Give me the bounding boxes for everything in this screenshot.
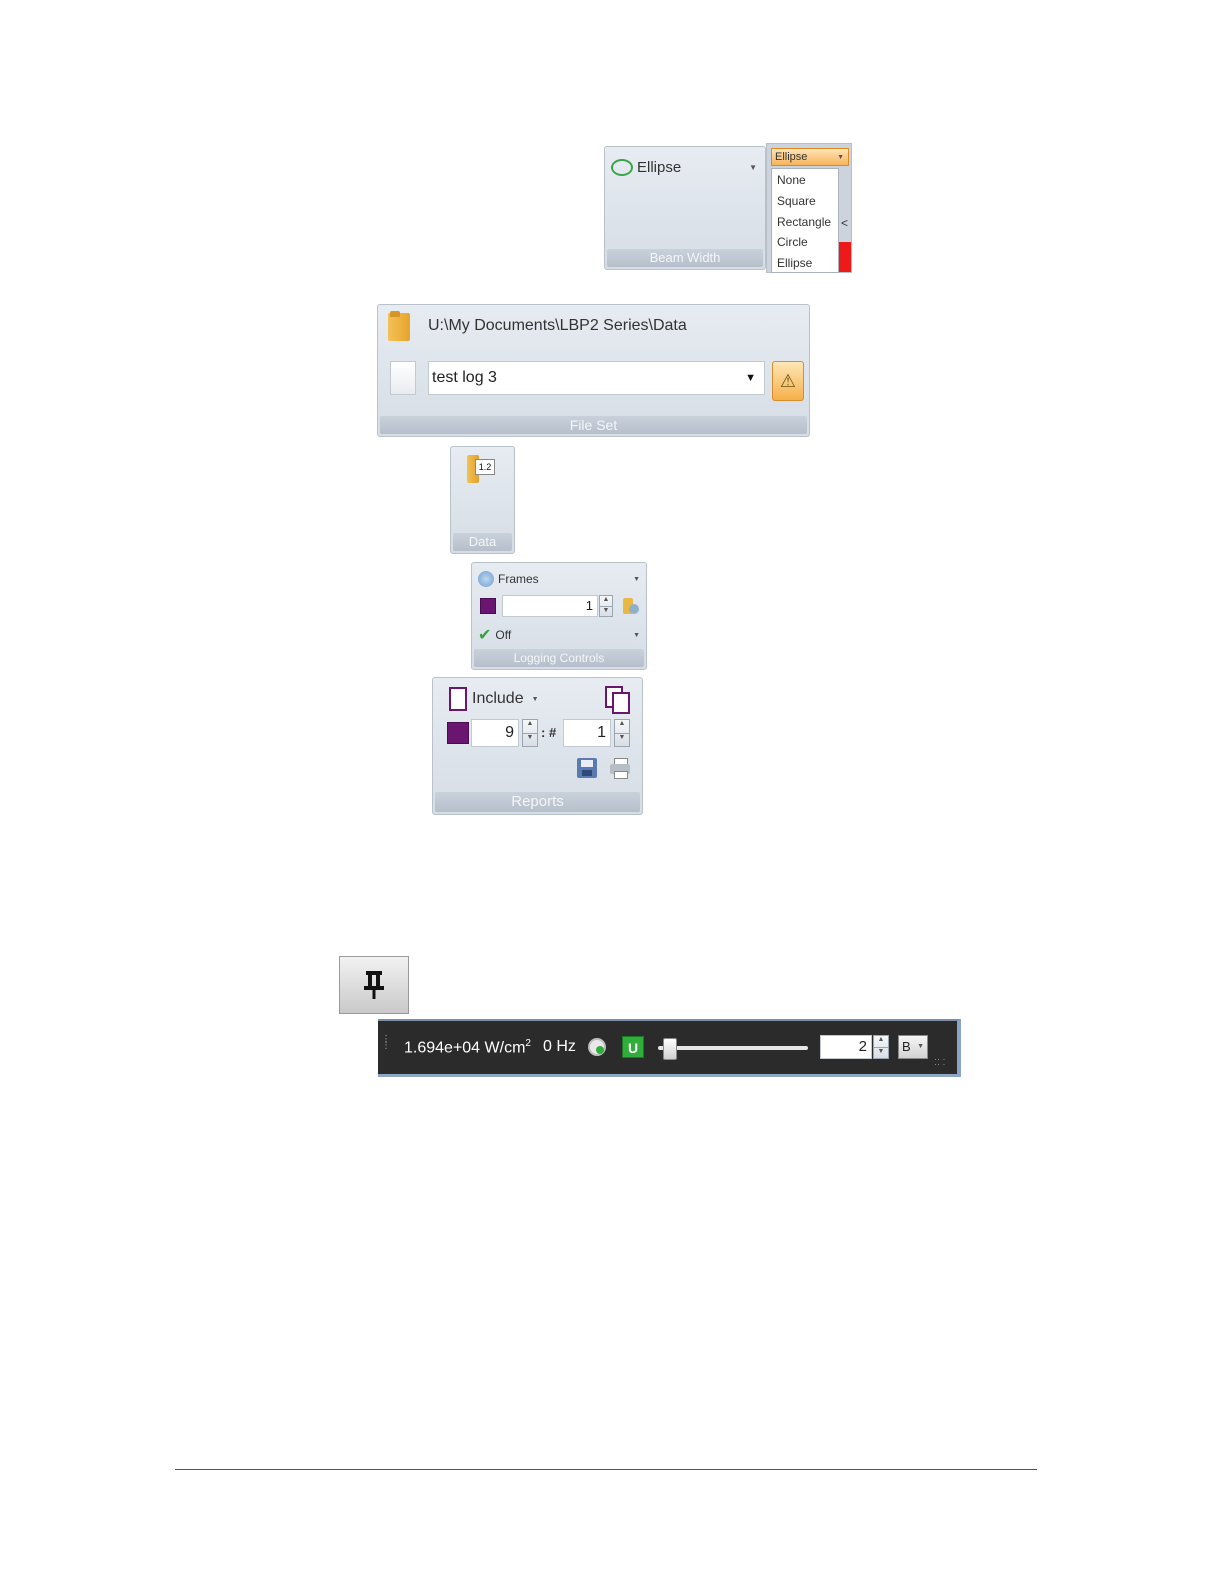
status-spin-input[interactable]: 2 — [820, 1035, 872, 1059]
folder-icon[interactable] — [386, 311, 414, 343]
stepper-down-icon: ▼ — [615, 732, 629, 747]
frames-icon — [478, 571, 494, 587]
reports-group: Include ▼ 9 ▲ ▼ : # 1 ▲ ▼ Reports — [432, 677, 643, 815]
warning-button[interactable]: ⚠ — [772, 361, 804, 401]
group-caption: Beam Width — [607, 249, 763, 267]
report-value-b-input[interactable]: 1 — [563, 719, 611, 747]
report-value-a-input[interactable]: 9 — [471, 719, 519, 747]
log-state-selector[interactable]: ✔ Off ▼ — [478, 625, 642, 645]
ellipse-icon — [611, 158, 633, 176]
chevron-down-icon: ▼ — [917, 1043, 924, 1050]
chevron-down-icon: ▼ — [749, 162, 757, 172]
dropdown-option[interactable]: Square — [777, 194, 816, 208]
group-caption: Logging Controls — [474, 649, 644, 667]
log-count-stepper[interactable]: ▲ ▼ — [599, 595, 613, 617]
stepper-up-icon: ▲ — [877, 1036, 885, 1043]
decimal-icon: 1.2 — [475, 459, 495, 475]
log-count-value: 1 — [585, 598, 593, 613]
stepper-up-icon: ▲ — [526, 720, 534, 727]
pin-icon — [364, 971, 384, 999]
report-icon — [449, 687, 467, 711]
resize-grip-icon[interactable]: ·· · ·· · — [934, 1055, 948, 1071]
pin-button[interactable] — [339, 956, 409, 1014]
file-set-group: U:\My Documents\LBP2 Series\Data test lo… — [377, 304, 810, 437]
red-indicator-bar — [839, 242, 851, 272]
status-bar: ⋮ ⋮ 1.694e+04 W/cm2 0 Hz U 2 ▲ ▼ B ▼ ·· ·… — [378, 1019, 961, 1077]
warning-icon: ⚠ — [779, 370, 797, 391]
shape-selector-button[interactable]: Ellipse ▼ — [611, 155, 761, 179]
log-count-input[interactable]: 1 — [502, 595, 598, 617]
include-selector[interactable]: Include ▼ — [449, 687, 559, 711]
beam-shape-dropdown-panel: Ellipse ▼ None Square Rectangle Circle E… — [766, 143, 852, 273]
u-badge-label: U — [627, 1040, 639, 1056]
dropdown-combo[interactable]: Ellipse ▼ — [771, 148, 849, 166]
frequency-readout: 0 Hz — [543, 1038, 576, 1055]
scroll-arrow-icon[interactable]: < — [841, 216, 848, 230]
unit-select-value: B — [902, 1039, 911, 1054]
dropdown-option[interactable]: Rectangle — [777, 215, 831, 229]
chevron-down-icon: ▼ — [745, 372, 756, 384]
report-value-a: 9 — [505, 724, 514, 741]
report-separator: : # — [541, 725, 557, 740]
report-value-b: 1 — [597, 724, 606, 741]
power-density-exponent: 2 — [525, 1038, 531, 1049]
log-mode-selector[interactable]: Frames ▼ — [478, 569, 642, 589]
checkmark-icon: ✔ — [478, 627, 492, 644]
slider-track — [658, 1046, 808, 1050]
print-icon[interactable] — [609, 758, 631, 779]
u-badge-button[interactable]: U — [622, 1036, 644, 1058]
data-group: 1.2 Data — [450, 446, 515, 554]
zoom-slider[interactable] — [658, 1038, 808, 1060]
grip-icon: ⋮ ⋮ — [381, 1034, 391, 1051]
data-path-label: U:\My Documents\LBP2 Series\Data — [428, 317, 687, 334]
stepper-down-icon: ▼ — [600, 605, 612, 617]
log-settings-icon[interactable] — [621, 596, 641, 616]
footer-divider — [175, 1469, 1037, 1470]
multi-report-button[interactable] — [605, 686, 630, 714]
group-caption: File Set — [380, 416, 807, 434]
file-icon — [390, 361, 416, 395]
report-value-a-stepper[interactable]: ▲ ▼ — [522, 719, 538, 747]
report-value-b-stepper[interactable]: ▲ ▼ — [614, 719, 630, 747]
log-state-label: Off — [495, 628, 512, 642]
dropdown-combo-value: Ellipse — [775, 151, 808, 163]
color-swatch[interactable] — [480, 598, 496, 614]
chevron-down-icon: ▼ — [633, 575, 640, 583]
file-name-value: test log 3 — [432, 369, 497, 386]
dropdown-option[interactable]: Circle — [777, 235, 808, 249]
logging-controls-group: Frames ▼ 1 ▲ ▼ ✔ Off ▼ Logging Controls — [471, 562, 647, 670]
dropdown-option[interactable]: Ellipse — [777, 256, 812, 270]
log-mode-label: Frames — [498, 572, 539, 586]
slider-thumb[interactable] — [663, 1038, 678, 1060]
power-density-readout: 1.694e+04 W/cm2 — [404, 1038, 531, 1057]
file-name-combobox[interactable]: test log 3 ▼ — [428, 361, 765, 395]
save-icon[interactable] — [577, 758, 597, 778]
dropdown-option[interactable]: None — [777, 173, 806, 187]
status-spin-stepper[interactable]: ▲ ▼ — [873, 1035, 889, 1059]
include-label: Include — [472, 690, 524, 707]
chevron-down-icon: ▼ — [531, 695, 539, 703]
chevron-down-icon: ▼ — [633, 631, 640, 639]
unit-select[interactable]: B ▼ — [898, 1035, 928, 1059]
dropdown-list: None Square Rectangle Circle Ellipse — [771, 168, 839, 273]
stepper-down-icon: ▼ — [874, 1046, 888, 1059]
stepper-down-icon: ▼ — [523, 732, 537, 747]
group-caption: Reports — [435, 792, 640, 812]
group-caption: Data — [453, 533, 512, 551]
refresh-icon[interactable] — [588, 1038, 606, 1056]
shape-selector-label: Ellipse — [637, 158, 682, 176]
status-spin-value: 2 — [858, 1038, 867, 1055]
report-color-swatch[interactable] — [447, 722, 469, 744]
power-density-value: 1.694e+04 W/cm — [404, 1039, 526, 1057]
chevron-down-icon: ▼ — [837, 153, 844, 161]
stepper-up-icon: ▲ — [618, 720, 626, 727]
numeric-folder-button[interactable]: 1.2 — [467, 453, 497, 489]
stepper-up-icon: ▲ — [602, 596, 610, 603]
beam-width-group: Ellipse ▼ Beam Width — [604, 146, 766, 270]
